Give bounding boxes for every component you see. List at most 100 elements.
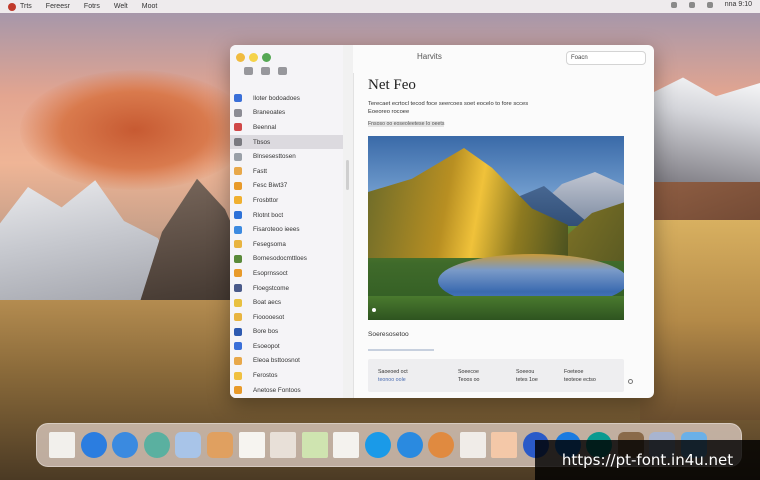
table-cell: Foeteoe (564, 369, 584, 375)
window-controls (236, 53, 271, 62)
calendar-icon[interactable] (459, 432, 486, 458)
minimize-window-button[interactable] (249, 53, 258, 62)
expand-icon[interactable] (628, 379, 633, 384)
sidebar-item[interactable]: Bore bos (230, 325, 343, 340)
maps-icon[interactable] (143, 432, 170, 458)
split-divider[interactable] (343, 45, 353, 398)
menu-item[interactable]: Moot (142, 3, 158, 10)
sidebar-item-label: Anetose Fontoos (253, 386, 301, 394)
zoom-window-button[interactable] (262, 53, 271, 62)
menu-bar: Trts Fereesr Fotrs Welt Moot nna 9:10 (0, 0, 760, 13)
sidebar-toggle-icon[interactable] (244, 67, 253, 75)
sidebar-item-label: Fastt (253, 167, 267, 175)
preview-icon[interactable] (175, 432, 202, 458)
caption-highlight: Fnsoso oo eoseoleetese Io oeets (368, 121, 445, 127)
battery-icon[interactable] (706, 1, 713, 8)
menu-item[interactable]: Fereesr (46, 3, 70, 10)
sidebar-item-icon (234, 313, 242, 322)
sidebar-item-icon (234, 181, 242, 190)
sidebar-item[interactable]: Boat aecs (230, 295, 343, 310)
sidebar-item[interactable]: Fesegsoma (230, 237, 343, 252)
sidebar-item[interactable]: Frosbttor (230, 193, 343, 208)
photos-icon[interactable] (428, 432, 455, 458)
wallpaper-snow-mountain-right (650, 77, 760, 182)
sidebar-item-icon (234, 386, 242, 395)
landscape-photo[interactable] (368, 136, 624, 320)
book-icon[interactable] (270, 432, 297, 458)
sidebar-item[interactable]: Iloter bodoadoes (230, 91, 343, 106)
sidebar-item-label: Esoprnssoct (253, 269, 288, 277)
notes-icon[interactable] (207, 432, 233, 458)
section-underline (368, 349, 434, 351)
table-cell-link[interactable]: teonoo oole (378, 376, 408, 384)
sidebar-item[interactable]: Esoprnssoct (230, 266, 343, 281)
sidebar-item-label: Iloter bodoadoes (253, 94, 300, 102)
stickies-icon[interactable] (301, 432, 328, 458)
menu-item[interactable]: Fotrs (84, 3, 100, 10)
sidebar-item-label: Floegstcome (253, 284, 290, 292)
wallpaper-cloud (20, 70, 250, 190)
table-cell: teoteoe ectso (564, 377, 596, 383)
sidebar-item-label: Braneoates (253, 109, 286, 117)
sidebar-toolbar (244, 67, 287, 75)
sidebar-item[interactable]: Fastt (230, 164, 343, 179)
info-table: Saoeoed oct teonoo oole Soeecoe Teoos oo… (368, 359, 624, 392)
sidebar-item-label: Rlotnt boct (253, 211, 284, 219)
sidebar-item-icon (234, 123, 242, 132)
search-field[interactable]: Foacn (566, 51, 646, 65)
sidebar-item-icon (234, 225, 242, 234)
info-icon[interactable] (278, 67, 287, 75)
sidebar-item-label: Esoeopot (253, 342, 280, 350)
sidebar-item[interactable]: Esoeopot (230, 339, 343, 354)
share-icon[interactable] (261, 67, 270, 75)
pages-icon[interactable] (491, 432, 518, 458)
sidebar-item[interactable]: Eleoa bsttoosnot (230, 354, 343, 369)
sidebar-item[interactable]: Floegstcome (230, 281, 343, 296)
sidebar-item-label: Blnsesesttosen (253, 153, 296, 161)
sidebar-item-label: Bornesodocmttloes (253, 255, 307, 263)
sidebar-item[interactable]: Anetose Fontoos (230, 383, 343, 398)
finder-icon[interactable] (49, 432, 75, 458)
sidebar-item-icon (234, 269, 242, 278)
menu-item[interactable]: Trts (20, 3, 32, 10)
sidebar-item[interactable]: Bornesodocmttloes (230, 252, 343, 267)
status-icon[interactable] (670, 1, 677, 8)
sidebar-item[interactable]: Tbsos (230, 134, 343, 150)
menu-bar-clock[interactable]: nna 9:10 (725, 1, 752, 8)
safari-icon[interactable] (80, 432, 107, 458)
table-cell: Soeecoe (458, 369, 479, 375)
sidebar-item-icon (234, 211, 242, 220)
divider-grip[interactable] (346, 160, 349, 190)
menu-item[interactable]: Welt (114, 3, 128, 10)
browser-icon[interactable] (112, 432, 139, 458)
table-column: Saoeoed oct teonoo oole (378, 368, 408, 384)
photo-foreground (368, 296, 624, 320)
document-title: Net Feo (368, 77, 416, 93)
sidebar-item[interactable]: Fisaroteoo ieees (230, 222, 343, 237)
sidebar-item-icon (234, 342, 242, 351)
sidebar-item-icon (234, 327, 242, 336)
sidebar-item[interactable]: Fiooooesot (230, 310, 343, 325)
sidebar-item-icon (234, 196, 242, 205)
apple-menu-icon[interactable] (8, 2, 16, 11)
sidebar-item-label: Boat aecs (253, 299, 282, 307)
app-store-icon[interactable] (396, 432, 423, 458)
close-window-button[interactable] (236, 53, 245, 62)
sidebar-item[interactable]: Beennal (230, 120, 343, 135)
wifi-icon[interactable] (688, 1, 695, 8)
sidebar-list: Iloter bodoadoes Braneoates Beennal Tbsos Bl… (230, 91, 343, 398)
sidebar-item[interactable]: Fesc Biwt37 (230, 179, 343, 194)
sidebar-item[interactable]: Blatresoes (230, 397, 343, 398)
sidebar-item[interactable]: Braneoates (230, 106, 343, 121)
intro-paragraph: Terecaet ecrtocl tecod foce seercoes soe… (368, 100, 628, 116)
mail-icon[interactable] (333, 432, 360, 458)
sidebar-item[interactable]: Blnsesesttosen (230, 149, 343, 164)
sidebar-item[interactable]: Rlotnt boct (230, 208, 343, 223)
photo-marker (372, 308, 376, 312)
document-icon[interactable] (238, 432, 265, 458)
sidebar-item[interactable]: Ferostos (230, 368, 343, 383)
sidebar-item-label: Fesegsoma (253, 240, 286, 248)
messages-icon[interactable] (365, 432, 391, 458)
sidebar-item-icon (234, 356, 242, 365)
intro-line: Eoeoreo rocoee (368, 109, 410, 115)
